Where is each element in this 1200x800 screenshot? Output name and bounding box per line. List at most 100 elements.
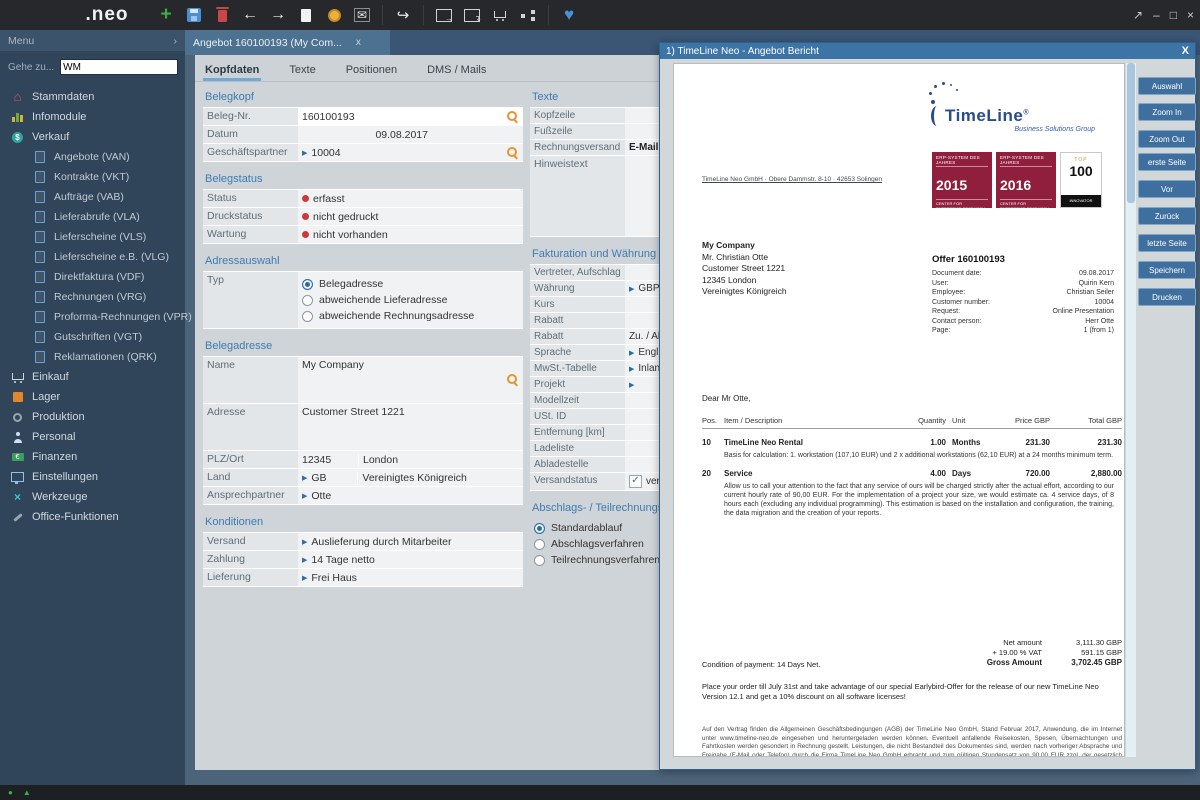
radio-icon[interactable] <box>302 295 313 306</box>
zoom-in-button[interactable]: Zoom In <box>1138 103 1196 121</box>
sidebar-item-produktion[interactable]: Produktion <box>0 407 185 427</box>
back-button[interactable]: ← <box>238 3 262 27</box>
minimize-button[interactable]: – <box>1153 8 1160 22</box>
field-label: Beleg-Nr. <box>203 108 298 125</box>
zahlung-field[interactable]: ▶14 Tage netto <box>298 551 523 568</box>
sidebar-item-angebote[interactable]: Angebote (VAN) <box>0 147 185 167</box>
radio-belegadresse[interactable]: Belegadresse <box>302 276 474 292</box>
radio-icon[interactable] <box>302 279 313 290</box>
export-report-button[interactable]: → <box>432 3 456 27</box>
zoom-out-button[interactable]: Zoom Out <box>1138 130 1196 148</box>
sidebar-item-auftraege[interactable]: Aufträge (VAB) <box>0 187 185 207</box>
new-document-button[interactable] <box>294 3 318 27</box>
sidebar-item-stammdaten[interactable]: ⌂Stammdaten <box>0 87 185 107</box>
sidebar-item-lager[interactable]: Lager <box>0 387 185 407</box>
pin-window-button[interactable]: ↗ <box>1133 8 1143 22</box>
network-button[interactable] <box>516 3 540 27</box>
mail-icon: ✉ <box>354 8 370 22</box>
shop-button[interactable] <box>488 3 512 27</box>
field-label: Geschäftspartner <box>203 144 298 161</box>
sidebar-item-kontrakte[interactable]: Kontrakte (VKT) <box>0 167 185 187</box>
sidebar-item-werkzeuge[interactable]: ×Werkzeuge <box>0 487 185 507</box>
dialog-close-button[interactable]: X <box>1182 45 1189 57</box>
magnifier-icon[interactable] <box>507 147 518 158</box>
ansprechpartner-field[interactable]: ▶Otte <box>298 487 523 504</box>
dialog-titlebar[interactable]: 1) TimeLine Neo - Angebot Bericht X <box>660 43 1195 59</box>
share-button[interactable]: ↪ <box>391 3 415 27</box>
lieferung-field[interactable]: ▶Frei Haus <box>298 569 523 586</box>
save-report-button[interactable]: Speichern <box>1138 261 1196 279</box>
last-page-button[interactable]: letzte Seite <box>1138 234 1196 252</box>
checkbox-icon[interactable]: ✓ <box>629 475 642 488</box>
sender-address-line: TimeLine Neo GmbH · Obere Dammstr. 8-10 … <box>702 176 882 183</box>
geschaeftspartner-field[interactable]: ▶10004 <box>298 144 523 161</box>
magnifier-icon[interactable] <box>507 111 518 122</box>
tab-positionen[interactable]: Positionen <box>344 60 399 81</box>
close-window-button[interactable]: × <box>1187 8 1194 22</box>
scrollbar-thumb[interactable] <box>1127 63 1135 203</box>
delete-button[interactable] <box>210 3 234 27</box>
new-button[interactable]: + <box>154 3 178 27</box>
tab-title: Angebot 160100193 (My Com... <box>193 37 342 49</box>
plz-ort-field[interactable]: 12345London <box>298 451 523 468</box>
status-value: erfasst <box>298 190 523 207</box>
email-button[interactable]: ✉ <box>350 3 374 27</box>
magnifier-icon[interactable] <box>507 374 518 385</box>
save-button[interactable] <box>182 3 206 27</box>
tools-icon: × <box>10 490 25 504</box>
sidebar-item-office[interactable]: Office-Funktionen <box>0 507 185 527</box>
radio-lieferadresse[interactable]: abweichende Lieferadresse <box>302 292 474 308</box>
favorites-button[interactable]: ♥ <box>557 3 581 27</box>
sidebar-item-lieferabrufe[interactable]: Lieferabrufe (VLA) <box>0 207 185 227</box>
sidebar-item-verkauf[interactable]: $Verkauf <box>0 127 185 147</box>
radio-icon[interactable] <box>534 523 545 534</box>
sidebar-item-direktfaktura[interactable]: Direktfaktura (VDF) <box>0 267 185 287</box>
sidebar-item-infomodule[interactable]: Infomodule <box>0 107 185 127</box>
sidebar-item-reklamationen[interactable]: Reklamationen (QRK) <box>0 347 185 367</box>
document-icon <box>32 231 47 243</box>
sidebar-item-lieferscheine[interactable]: Lieferscheine (VLS) <box>0 227 185 247</box>
adresse-field[interactable]: Customer Street 1221 <box>298 404 523 450</box>
section-belegstatus: Belegstatus Status erfasst Druckstatus n… <box>203 171 523 244</box>
field-label: Lieferung <box>203 569 298 586</box>
field-label: Fußzeile <box>530 124 625 139</box>
sidebar-item-proforma[interactable]: Proforma-Rechnungen (VPR) <box>0 307 185 327</box>
versand-field[interactable]: ▶Auslieferung durch Mitarbeiter <box>298 533 523 550</box>
radio-icon[interactable] <box>534 555 545 566</box>
first-page-button[interactable]: erste Seite <box>1138 153 1196 171</box>
print-button[interactable]: Drucken <box>1138 288 1196 306</box>
preview-scrollbar[interactable] <box>1126 63 1136 757</box>
radio-icon[interactable] <box>534 539 545 550</box>
sidebar-item-rechnungen[interactable]: Rechnungen (VRG) <box>0 287 185 307</box>
sidebar-item-einstellungen[interactable]: Einstellungen <box>0 467 185 487</box>
tab-kopfdaten[interactable]: Kopfdaten <box>203 60 261 81</box>
top-100-badge: TOP 100 INNOVATOR <box>1060 152 1102 208</box>
sidebar-item-personal[interactable]: Personal <box>0 427 185 447</box>
tab-close-icon[interactable]: x <box>356 37 361 48</box>
maximize-button[interactable]: □ <box>1170 8 1177 22</box>
section-belegkopf: Belegkopf Beleg-Nr. 160100193 Datum 09.0… <box>203 89 523 162</box>
radio-rechnungsadresse[interactable]: abweichende Rechnungsadresse <box>302 308 474 324</box>
datum-field[interactable]: 09.08.2017 <box>298 126 523 143</box>
export-exit-button[interactable]: ↴ <box>460 3 484 27</box>
previous-button[interactable]: Zurück <box>1138 207 1196 225</box>
radio-icon[interactable] <box>302 311 313 322</box>
goto-input[interactable] <box>60 59 178 75</box>
name-field[interactable]: My Company <box>298 357 523 403</box>
beleg-nr-field[interactable]: 160100193 <box>298 108 523 125</box>
sidebar-item-finanzen[interactable]: €Finanzen <box>0 447 185 467</box>
forward-button[interactable]: → <box>266 3 290 27</box>
sidebar-item-gutschriften[interactable]: Gutschriften (VGT) <box>0 327 185 347</box>
sidebar-item-einkauf[interactable]: Einkauf <box>0 367 185 387</box>
land-field[interactable]: ▶GBVereinigtes Königreich <box>298 469 523 486</box>
release-button[interactable] <box>322 3 346 27</box>
status-dot-icon <box>302 195 309 202</box>
tab-dms-mails[interactable]: DMS / Mails <box>425 60 488 81</box>
back-arrow-icon: ← <box>242 6 258 24</box>
tab-texte[interactable]: Texte <box>287 60 317 81</box>
next-button[interactable]: Vor <box>1138 180 1196 198</box>
sidebar-item-lieferscheine-eb[interactable]: Lieferscheine e.B. (VLG) <box>0 247 185 267</box>
auswahl-button[interactable]: Auswahl <box>1138 77 1196 95</box>
tab-angebot[interactable]: Angebot 160100193 (My Com... x <box>185 30 390 55</box>
menu-header[interactable]: Menu › <box>0 30 185 51</box>
